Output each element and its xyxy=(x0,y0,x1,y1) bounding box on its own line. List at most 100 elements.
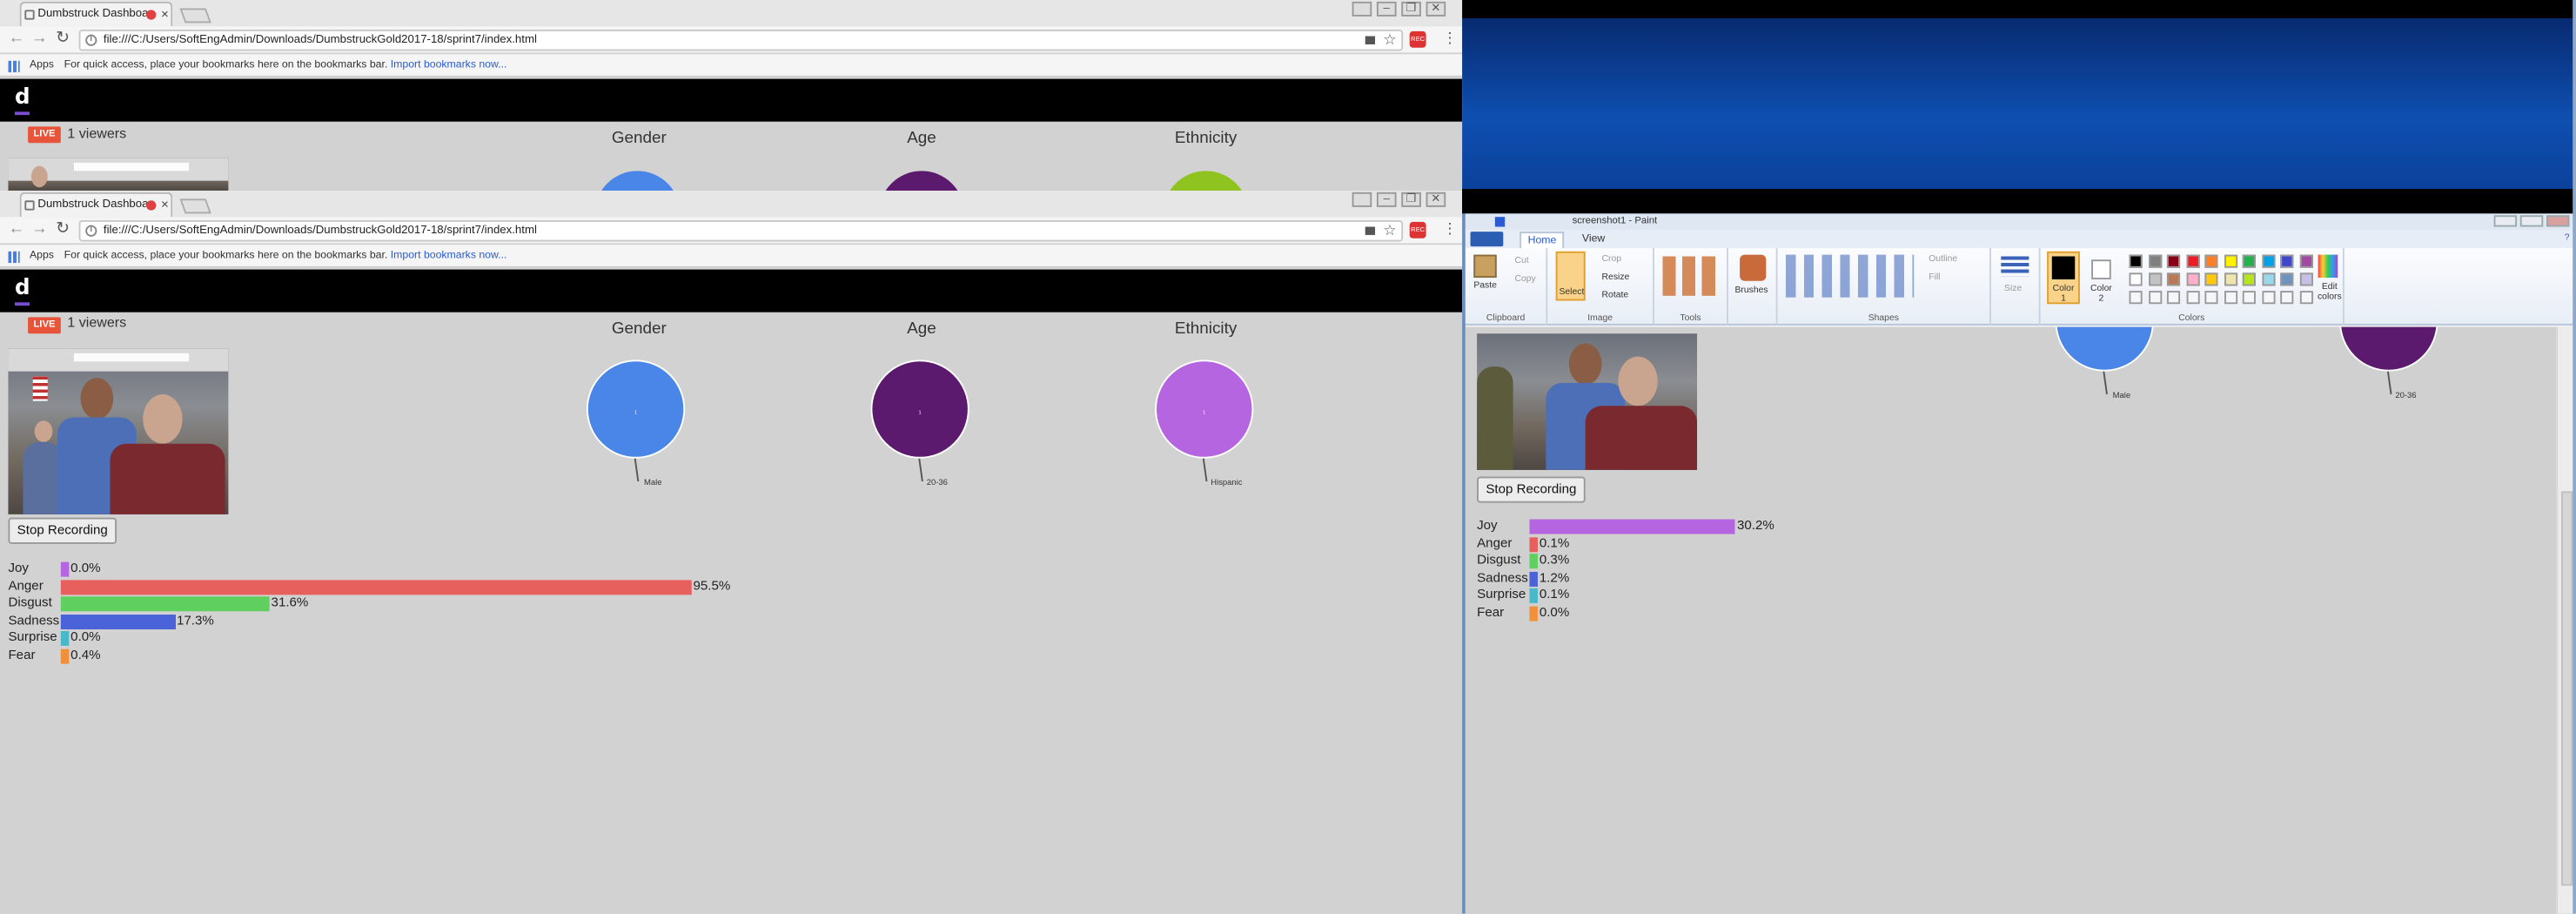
forward-icon[interactable]: → xyxy=(31,30,48,50)
palette-empty-swatch-0[interactable] xyxy=(2129,291,2143,305)
restore-button[interactable]: ❐ xyxy=(1401,192,1421,207)
outline-button[interactable]: Outline xyxy=(1929,255,1957,265)
stop-recording-button[interactable]: Stop Recording xyxy=(8,517,117,544)
extension-icon[interactable]: REC xyxy=(1409,221,1426,239)
minimize-button[interactable] xyxy=(2493,215,2518,227)
close-window-button[interactable]: ✕ xyxy=(1426,192,1446,207)
forward-icon[interactable]: → xyxy=(31,220,48,240)
minimize-button[interactable]: – xyxy=(1376,192,1397,207)
rotate-button[interactable]: Rotate xyxy=(1602,291,1629,300)
canvas-age-pie-label: 20-36 xyxy=(2395,391,2417,401)
palette-empty-swatch-4[interactable] xyxy=(2204,291,2218,305)
address-bar[interactable]: i file:///C:/Users/SoftEngAdmin/Download… xyxy=(78,219,1404,242)
minimize-button[interactable]: – xyxy=(1376,1,1397,17)
palette-swatch-7[interactable] xyxy=(2261,254,2275,268)
browser-tab[interactable]: Dumbstruck Dashboa × xyxy=(19,1,173,27)
shapes-gallery[interactable] xyxy=(1785,254,1915,298)
close-tab-icon[interactable]: × xyxy=(161,3,169,26)
palette-swatch-14[interactable] xyxy=(2204,272,2218,286)
palette-swatch-5[interactable] xyxy=(2224,254,2237,268)
maximize-button[interactable] xyxy=(2519,215,2544,227)
brushes-button[interactable]: Brushes xyxy=(1734,286,1768,295)
palette-empty-swatch-9[interactable] xyxy=(2298,291,2313,305)
palette-swatch-1[interactable] xyxy=(2148,254,2162,268)
help-icon[interactable]: ? xyxy=(2565,233,2570,243)
hint-text: For quick access, place your bookmarks h… xyxy=(64,249,388,262)
color2-swatch[interactable] xyxy=(2091,259,2111,279)
info-icon[interactable]: i xyxy=(85,225,97,237)
image-group-label: Image xyxy=(1587,313,1613,324)
palette-swatch-4[interactable] xyxy=(2204,254,2218,268)
palette-swatch-2[interactable] xyxy=(2166,254,2181,268)
palette-empty-swatch-5[interactable] xyxy=(2224,291,2237,305)
palette-swatch-12[interactable] xyxy=(2166,272,2181,286)
palette-swatch-18[interactable] xyxy=(2280,272,2294,286)
size-button[interactable]: Size xyxy=(2004,285,2022,294)
palette-empty-swatch-1[interactable] xyxy=(2148,291,2162,305)
new-tab-button[interactable] xyxy=(179,8,211,24)
file-menu-button[interactable] xyxy=(1470,232,1504,247)
tab-home[interactable]: Home xyxy=(1519,232,1565,249)
emotion-label-4: Surprise xyxy=(1477,587,1526,602)
back-icon[interactable]: ← xyxy=(8,220,24,240)
browser-tab[interactable]: Dumbstruck Dashboa × xyxy=(19,192,173,218)
ethnicity-pie-value: 1 xyxy=(1203,409,1206,416)
close-window-button[interactable]: ✕ xyxy=(1426,1,1446,17)
cut-button[interactable]: Cut xyxy=(1515,256,1529,265)
palette-swatch-8[interactable] xyxy=(2280,254,2294,268)
edit-colors-button[interactable]: Edit colors xyxy=(2311,283,2348,303)
menu-icon[interactable]: ⋮ xyxy=(1442,30,1457,48)
palette-swatch-15[interactable] xyxy=(2224,272,2237,286)
reload-icon[interactable]: ↻ xyxy=(56,220,70,240)
crop-button[interactable]: Crop xyxy=(1602,255,1622,265)
user-icon[interactable] xyxy=(1352,1,1372,17)
palette-swatch-10[interactable] xyxy=(2129,272,2143,286)
import-bookmarks-link[interactable]: Import bookmarks now... xyxy=(391,250,507,261)
scrollbar-thumb[interactable] xyxy=(2561,491,2573,886)
close-tab-icon[interactable]: × xyxy=(161,194,169,217)
tools-icons[interactable] xyxy=(1662,256,1719,296)
user-icon[interactable] xyxy=(1352,192,1372,207)
tab-strip: Dumbstruck Dashboa × – ❐ ✕ xyxy=(0,190,1463,218)
palette-swatch-17[interactable] xyxy=(2261,272,2275,286)
camera-icon[interactable] xyxy=(1365,226,1376,235)
palette-swatch-16[interactable] xyxy=(2242,272,2256,286)
close-window-button[interactable] xyxy=(2546,215,2570,227)
info-icon[interactable]: i xyxy=(85,34,97,46)
apps-link[interactable]: Apps xyxy=(30,245,54,267)
palette-swatch-19[interactable] xyxy=(2298,272,2313,286)
palette-swatch-13[interactable] xyxy=(2185,272,2199,286)
select-button[interactable]: Select xyxy=(1559,287,1584,297)
tab-view[interactable]: View xyxy=(1575,232,1612,248)
resize-button[interactable]: Resize xyxy=(1602,272,1630,282)
copy-button[interactable]: Copy xyxy=(1515,274,1536,284)
palette-empty-swatch-7[interactable] xyxy=(2261,291,2275,305)
palette-swatch-11[interactable] xyxy=(2148,272,2162,286)
palette-swatch-6[interactable] xyxy=(2242,254,2256,268)
restore-button[interactable]: ❐ xyxy=(1401,1,1421,17)
extension-icon[interactable]: REC xyxy=(1409,30,1426,48)
palette-swatch-9[interactable] xyxy=(2298,254,2313,268)
age-pie-chart: 1 xyxy=(870,360,969,459)
palette-empty-swatch-8[interactable] xyxy=(2280,291,2294,305)
palette-empty-swatch-6[interactable] xyxy=(2242,291,2256,305)
palette-empty-swatch-2[interactable] xyxy=(2166,291,2181,305)
palette-swatch-0[interactable] xyxy=(2129,254,2143,268)
camera-icon[interactable] xyxy=(1365,36,1376,44)
bookmark-star-icon[interactable]: ☆ xyxy=(1383,31,1396,50)
import-bookmarks-link[interactable]: Import bookmarks now... xyxy=(391,59,507,71)
menu-icon[interactable]: ⋮ xyxy=(1442,220,1457,239)
new-tab-button[interactable] xyxy=(179,198,211,214)
paint-canvas[interactable]: 1 Male 1 20-36 Stop Recording Joy 30.2% An… xyxy=(1465,326,2557,914)
fill-button[interactable]: Fill xyxy=(1929,272,1940,282)
palette-empty-swatch-3[interactable] xyxy=(2185,291,2199,305)
apps-link[interactable]: Apps xyxy=(30,54,54,77)
save-icon[interactable] xyxy=(1494,217,1506,227)
gender-title: Gender xyxy=(611,130,667,148)
palette-swatch-3[interactable] xyxy=(2185,254,2199,268)
reload-icon[interactable]: ↻ xyxy=(56,30,70,50)
bookmark-star-icon[interactable]: ☆ xyxy=(1383,222,1396,240)
paste-button[interactable]: Paste xyxy=(1473,281,1497,291)
address-bar[interactable]: i file:///C:/Users/SoftEngAdmin/Download… xyxy=(78,29,1404,51)
back-icon[interactable]: ← xyxy=(8,30,24,50)
